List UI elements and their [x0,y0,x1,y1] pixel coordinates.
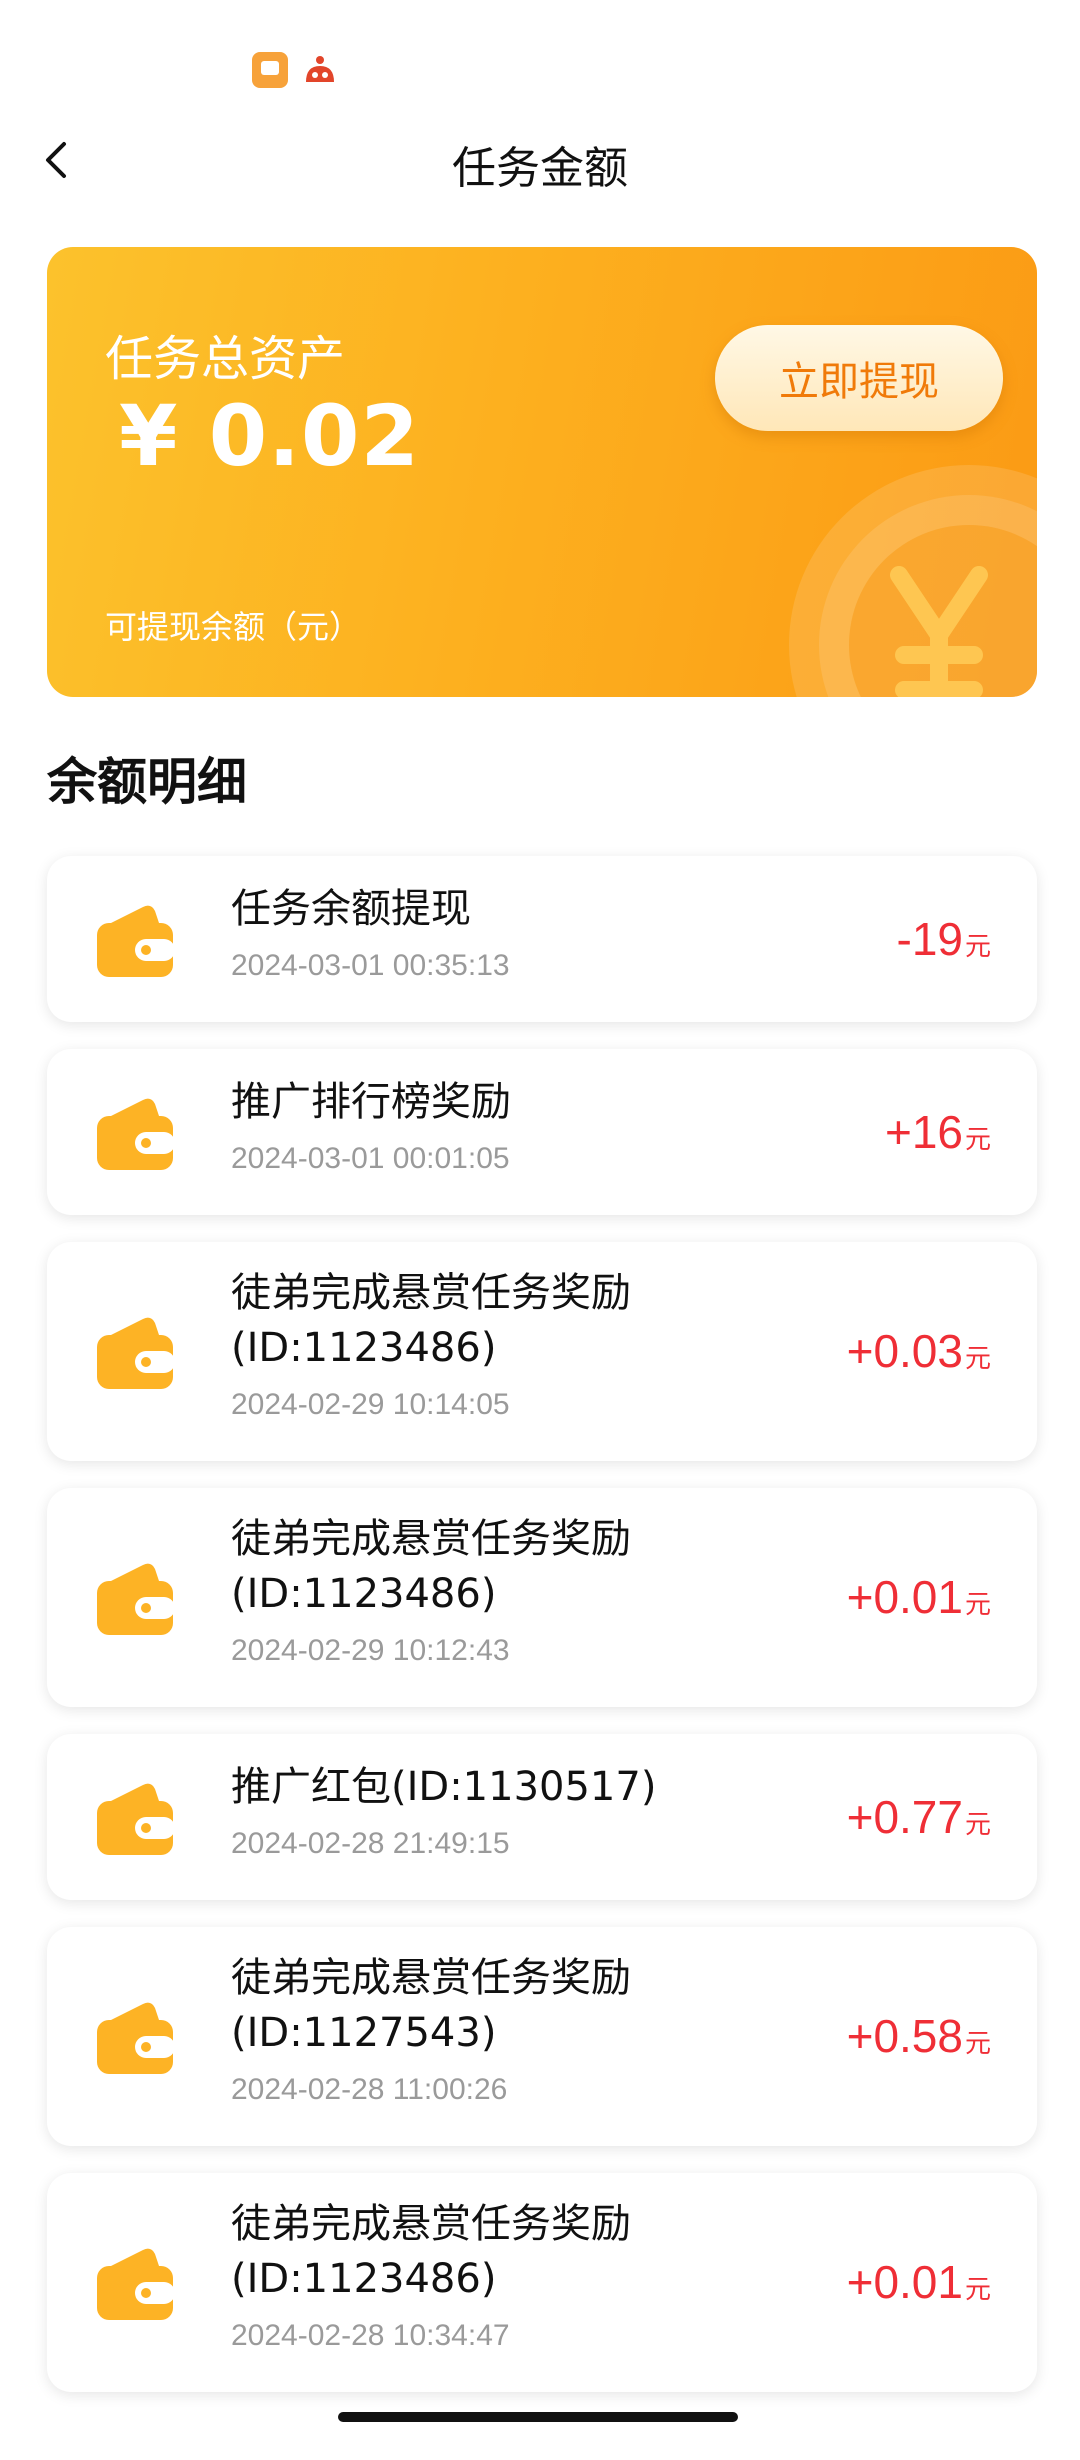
wallet-icon [97,2002,175,2074]
wallet-icon [97,2248,175,2320]
record-amount: +0.01元 [847,2255,991,2309]
record-title: 推广排行榜奖励 [231,1079,511,1125]
list-item[interactable]: 任务余额提现 2024-03-01 00:35:13 -19元 [47,856,1037,1022]
wallet-icon [97,1098,175,1170]
record-title: 徒弟完成悬赏任务奖励 (ID:1123486) [231,1270,631,1371]
amount-value: +0.01 [846,1571,963,1623]
amount-unit: 元 [964,2275,991,2305]
list-item[interactable]: 徒弟完成悬赏任务奖励 (ID:1123486) 2024-02-28 10:34… [47,2173,1037,2392]
wallet-icon [97,1783,175,1855]
amount-value: +16 [884,1106,963,1158]
list-item[interactable]: 徒弟完成悬赏任务奖励 (ID:1123486) 2024-02-29 10:14… [47,1242,1037,1461]
asset-card: 任务总资产 ¥ 0.02 可提现余额（元） 立即提现 [47,247,1037,697]
amount-value: +0.01 [846,2256,963,2308]
record-title: 任务余额提现 [231,886,471,932]
record-title: 徒弟完成悬赏任务奖励 (ID:1123486) [231,2201,631,2302]
amount-value: +0.58 [846,2010,963,2062]
list-item[interactable]: 徒弟完成悬赏任务奖励 (ID:1123486) 2024-02-29 10:12… [47,1488,1037,1707]
nav-header: 任务金额 [0,110,1080,210]
page-title: 任务金额 [452,143,628,194]
list-item[interactable]: 推广红包(ID:1130517) 2024-02-28 21:49:15 +0.… [47,1734,1037,1900]
status-bar [0,0,1080,100]
list-item[interactable]: 推广排行榜奖励 2024-03-01 00:01:05 +16元 [47,1049,1037,1215]
coin-yuan-icon [789,465,1037,697]
amount-value: -19 [896,913,963,965]
list-item[interactable]: 徒弟完成悬赏任务奖励 (ID:1127543) 2024-02-28 11:00… [47,1927,1037,2146]
amount-value: +0.77 [846,1791,963,1843]
section-title: 余额明细 [47,753,247,811]
record-time: 2024-03-01 00:01:05 [231,1142,510,1175]
wallet-icon [97,1563,175,1635]
amount-unit: 元 [964,1125,991,1155]
amount-unit: 元 [964,1590,991,1620]
withdrawable-balance-label: 可提现余额（元） [105,608,362,646]
wallet-icon [97,905,175,977]
withdraw-button[interactable]: 立即提现 [715,325,1003,431]
record-time: 2024-02-28 11:00:26 [231,2073,508,2106]
amount-unit: 元 [964,2029,991,2059]
record-time: 2024-02-29 10:14:05 [231,1388,510,1421]
record-title: 徒弟完成悬赏任务奖励 (ID:1127543) [231,1955,631,2056]
amount-value: +0.03 [846,1325,963,1377]
record-amount: -19元 [897,912,992,966]
amount-unit: 元 [964,932,991,962]
record-amount: +0.77元 [847,1790,991,1844]
record-amount: +16元 [885,1105,991,1159]
record-time: 2024-02-28 10:34:47 [231,2319,510,2352]
wallet-icon [97,1317,175,1389]
record-amount: +0.03元 [847,1324,991,1378]
message-notification-icon [252,52,288,88]
asset-title: 任务总资产 [105,331,346,387]
record-time: 2024-02-29 10:12:43 [231,1634,510,1667]
record-amount: +0.01元 [847,1570,991,1624]
app-notification-icon [302,52,338,88]
record-time: 2024-03-01 00:35:13 [231,949,510,982]
amount-unit: 元 [964,1344,991,1374]
record-amount: +0.58元 [847,2009,991,2063]
asset-amount: ¥ 0.02 [119,387,420,485]
home-indicator[interactable] [338,2412,738,2422]
record-title: 推广红包(ID:1130517) [231,1764,657,1810]
amount-unit: 元 [964,1810,991,1840]
record-time: 2024-02-28 21:49:15 [231,1827,510,1860]
record-title: 徒弟完成悬赏任务奖励 (ID:1123486) [231,1516,631,1617]
